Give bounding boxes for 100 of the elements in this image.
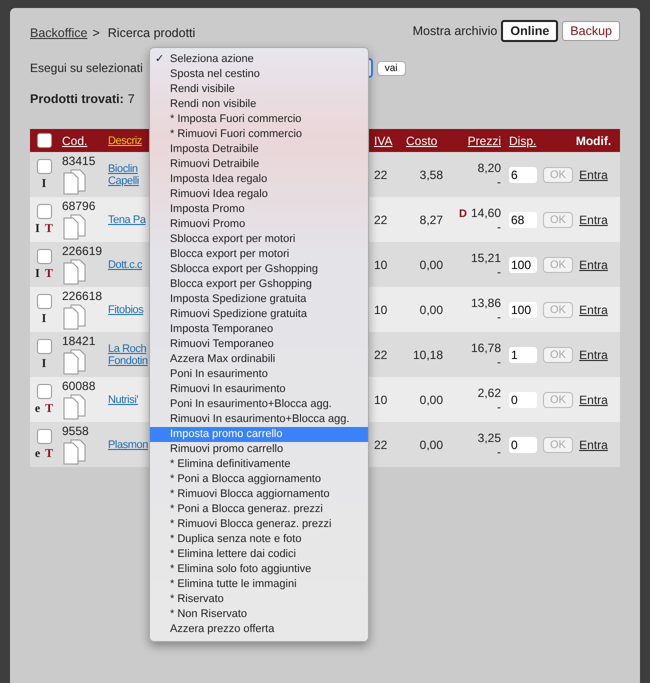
- product-code: 68796: [62, 199, 96, 213]
- menu-item[interactable]: Imposta Temporaneo: [150, 322, 368, 337]
- select-all-checkbox[interactable]: [36, 133, 52, 148]
- product-link[interactable]: Bioclin: [108, 162, 138, 174]
- menu-item[interactable]: * Imposta Fuori commercio: [150, 112, 368, 127]
- cost-cell: 0,00: [420, 438, 443, 452]
- menu-item[interactable]: Sposta nel cestino: [150, 67, 368, 82]
- menu-item[interactable]: Rimuovi Promo: [150, 217, 368, 232]
- product-link[interactable]: Nutrisi': [108, 394, 138, 406]
- archive-toggle[interactable]: Online: [501, 20, 558, 42]
- menu-item[interactable]: Poni In esaurimento: [150, 367, 368, 382]
- stock-input[interactable]: 100: [509, 302, 537, 318]
- menu-item[interactable]: Rimuovi promo carrello: [150, 442, 368, 457]
- stock-input[interactable]: 0: [509, 436, 537, 452]
- menu-item[interactable]: * Elimina lettere dai codici: [150, 547, 368, 562]
- stock-input[interactable]: 0: [509, 392, 537, 408]
- cost-cell: 3,58: [420, 168, 443, 182]
- price-cell: 13,86: [470, 296, 501, 310]
- stock-input[interactable]: 1: [509, 346, 537, 362]
- edit-link[interactable]: Entra: [579, 168, 608, 182]
- column-header[interactable]: Descriz: [108, 134, 142, 146]
- menu-item[interactable]: Rimuovi In esaurimento+Blocca agg.: [150, 412, 368, 427]
- menu-item[interactable]: Poni In esaurimento+Blocca agg.: [150, 397, 368, 412]
- document-icon: [62, 169, 86, 195]
- menu-item[interactable]: * Rimuovi Fuori commercio: [150, 127, 368, 142]
- product-link[interactable]: La Roch: [108, 342, 146, 354]
- menu-item[interactable]: * Elimina tutte le immagini: [150, 577, 368, 592]
- product-link[interactable]: Capelli: [108, 174, 139, 186]
- edit-link[interactable]: Entra: [579, 348, 608, 362]
- row-checkbox[interactable]: [36, 248, 52, 264]
- product-link[interactable]: Fondotin: [108, 354, 148, 366]
- flag-letter: I: [42, 176, 46, 190]
- menu-item[interactable]: Imposta Spedizione gratuita: [150, 292, 368, 307]
- row-checkbox[interactable]: [36, 338, 52, 354]
- product-code: 226619: [62, 244, 102, 258]
- flag-letter: T: [45, 446, 54, 460]
- menu-item[interactable]: Rimuovi Spedizione gratuita: [150, 307, 368, 322]
- menu-item[interactable]: * Poni a Blocca generaz. prezzi: [150, 502, 368, 517]
- breadcrumb-link[interactable]: Backoffice: [30, 26, 88, 40]
- flag-letter: I: [35, 220, 40, 236]
- row-checkbox[interactable]: [36, 158, 52, 174]
- flag-letter: T: [44, 220, 53, 236]
- menu-item[interactable]: * Rimuovi Blocca generaz. prezzi: [150, 517, 368, 532]
- edit-link[interactable]: Entra: [579, 438, 608, 452]
- menu-item[interactable]: Imposta promo carrello: [150, 427, 368, 442]
- cost-cell: 8,27: [420, 212, 443, 226]
- flag-letter: I: [35, 266, 40, 280]
- menu-item[interactable]: Azzera prezzo offerta: [150, 622, 368, 637]
- document-icon: [62, 349, 86, 375]
- menu-item[interactable]: Rimuovi Idea regalo: [150, 187, 368, 202]
- stock-input[interactable]: 100: [509, 256, 537, 272]
- row-checkbox[interactable]: [36, 384, 52, 398]
- product-link[interactable]: Plasmon: [108, 438, 148, 450]
- menu-item[interactable]: Sblocca export per Gshopping: [150, 262, 368, 277]
- menu-item[interactable]: * Rimuovi Blocca aggiornamento: [150, 487, 368, 502]
- action-label: Esegui su selezionati: [30, 61, 143, 75]
- vat-cell: 22: [374, 168, 388, 182]
- menu-item[interactable]: ✓ Seleziona azione: [150, 52, 368, 67]
- menu-item[interactable]: * Poni a Blocca aggiornamento: [150, 472, 368, 487]
- menu-item[interactable]: Azzera Max ordinabili: [150, 352, 368, 367]
- menu-item[interactable]: * Non Riservato: [150, 607, 368, 622]
- menu-item[interactable]: Rendi non visibile: [150, 97, 368, 112]
- menu-item[interactable]: Blocca export per motori: [150, 247, 368, 262]
- product-link[interactable]: Tena Pa: [108, 214, 146, 226]
- column-header: Modif.: [576, 134, 612, 148]
- menu-item[interactable]: * Elimina solo foto aggiuntive: [150, 562, 368, 577]
- stock-input[interactable]: 6: [509, 166, 537, 182]
- row-checkbox[interactable]: [36, 428, 52, 444]
- document-icon: [62, 304, 86, 330]
- edit-link[interactable]: Entra: [579, 392, 608, 406]
- menu-item[interactable]: * Riservato: [150, 592, 368, 607]
- breadcrumb-current: Ricerca prodotti: [108, 26, 196, 40]
- stock-input[interactable]: 68: [509, 212, 537, 228]
- menu-item[interactable]: Blocca export per Gshopping: [150, 277, 368, 292]
- menu-item[interactable]: Imposta Promo: [150, 202, 368, 217]
- menu-item[interactable]: Imposta Idea regalo: [150, 172, 368, 187]
- menu-item[interactable]: Rimuovi Temporaneo: [150, 337, 368, 352]
- product-link[interactable]: Dott.c.c: [108, 258, 142, 270]
- breadcrumb-separator: >: [92, 26, 100, 40]
- vat-cell: 22: [374, 348, 388, 362]
- vat-cell: 10: [374, 302, 388, 316]
- menu-item[interactable]: Sblocca export per motori: [150, 232, 368, 247]
- menu-item[interactable]: Rimuovi In esaurimento: [150, 382, 368, 397]
- row-checkbox[interactable]: [36, 204, 52, 218]
- row-checkbox[interactable]: [36, 294, 52, 308]
- product-link[interactable]: Fitobios: [108, 304, 144, 316]
- price-sub: -: [497, 264, 501, 278]
- menu-item[interactable]: Rendi visibile: [150, 82, 368, 97]
- vat-cell: 22: [374, 212, 388, 226]
- menu-item[interactable]: * Elimina definitivamente: [150, 457, 368, 472]
- edit-link[interactable]: Entra: [579, 258, 608, 272]
- go-button[interactable]: vai: [376, 60, 406, 76]
- flag-letter: T: [45, 400, 54, 416]
- menu-item[interactable]: Rimuovi Detraibile: [150, 157, 368, 172]
- archive-toggle[interactable]: Backup: [562, 21, 620, 41]
- product-code: 9558: [62, 424, 89, 438]
- edit-link[interactable]: Entra: [579, 302, 608, 316]
- menu-item[interactable]: Imposta Detraibile: [150, 142, 368, 157]
- edit-link[interactable]: Entra: [579, 212, 608, 226]
- menu-item[interactable]: * Duplica senza note e foto: [150, 532, 368, 547]
